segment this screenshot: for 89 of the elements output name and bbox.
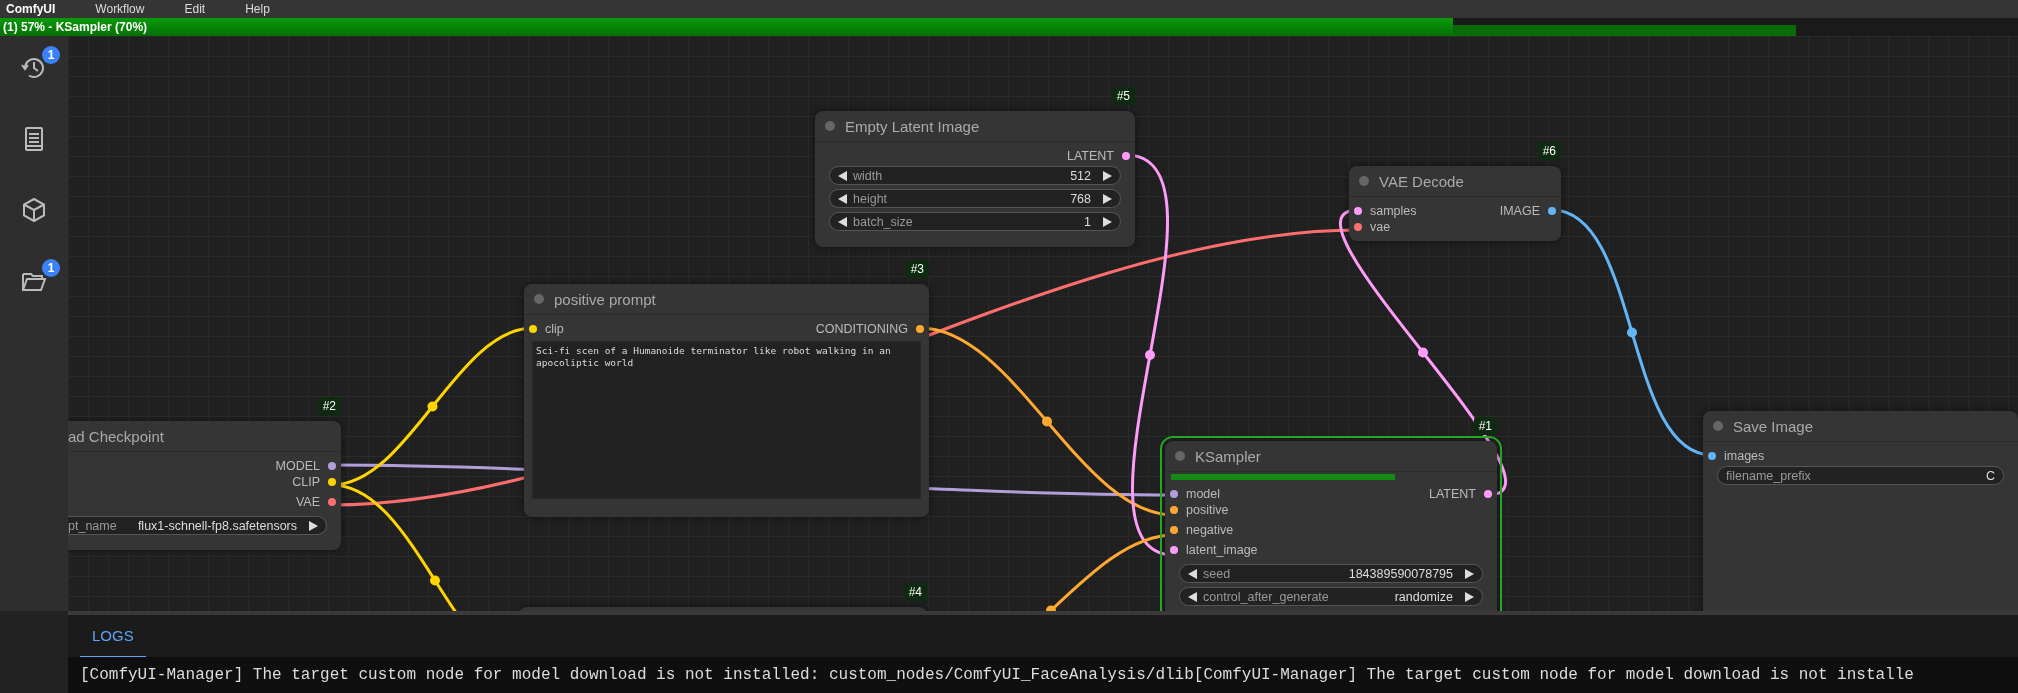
increment-arrow-icon[interactable]: [1103, 216, 1112, 227]
input-slot-label: negative: [1186, 523, 1234, 537]
node-id-badge: #6: [1537, 142, 1561, 160]
input-slot-dot[interactable]: [1170, 506, 1178, 514]
input-slot-label: positive: [1186, 503, 1229, 517]
output-slot-dot[interactable]: [1484, 490, 1492, 498]
menu-item[interactable]: Help: [245, 2, 270, 16]
input-slot-dot[interactable]: [1354, 223, 1362, 231]
output-slot-label: IMAGE: [1499, 204, 1540, 218]
output-slot-label: MODEL: [275, 459, 320, 473]
node-title: Empty Latent Image: [845, 117, 980, 135]
node-id-badge: #4: [903, 583, 927, 601]
widget-field[interactable]: filename_prefix C: [1717, 466, 2004, 485]
input-slot-dot[interactable]: [1708, 452, 1716, 460]
widget-label: pt_name: [68, 518, 117, 533]
widget-value: flux1-schnell-fp8.safetensors: [137, 518, 297, 533]
increment-arrow-icon[interactable]: [1103, 193, 1112, 204]
collapse-dot-icon[interactable]: [1359, 176, 1369, 186]
widget-label: control_after_generate: [1203, 589, 1329, 604]
node-id-badge: #1: [1473, 417, 1497, 435]
output-slot-dot[interactable]: [1548, 207, 1556, 215]
increment-arrow-icon[interactable]: [1103, 170, 1112, 181]
node-title: Save Image: [1733, 417, 1814, 435]
menu-item[interactable]: Edit: [184, 2, 206, 16]
input-slot-dot[interactable]: [1170, 490, 1178, 498]
widget-field[interactable]: batch_size 1: [829, 212, 1121, 231]
cube-icon[interactable]: [20, 196, 48, 224]
widget-value: 184389590078795: [1348, 566, 1453, 581]
decrement-arrow-icon[interactable]: [1188, 591, 1197, 602]
collapse-dot-icon[interactable]: [534, 294, 544, 304]
output-slot-dot[interactable]: [1122, 152, 1130, 160]
widget-field[interactable]: width 512: [829, 166, 1121, 185]
node-title: positive prompt: [554, 290, 656, 308]
input-slot-label: model: [1186, 487, 1221, 501]
output-slot-label: CLIP: [292, 475, 320, 489]
node-title: KSampler: [1195, 447, 1261, 465]
increment-arrow-icon[interactable]: [309, 520, 318, 531]
menu-item[interactable]: Workflow: [95, 2, 145, 16]
output-slot-dot[interactable]: [916, 325, 924, 333]
widget-value: 1: [1084, 214, 1091, 229]
prompt-text-field[interactable]: Sci-fi scen of a Humanoide terminator like robot walking in an apocoliptic world: [532, 341, 921, 499]
node-title: ad Checkpoint: [68, 427, 164, 445]
output-slot-label: CONDITIONING: [815, 322, 908, 336]
widget-label: seed: [1203, 566, 1231, 581]
output-slot-dot[interactable]: [328, 498, 336, 506]
collapse-dot-icon[interactable]: [825, 121, 835, 131]
input-slot-label: latent_image: [1186, 543, 1258, 557]
input-slot-label: samples: [1370, 204, 1417, 218]
widget-label: height: [853, 191, 888, 206]
increment-arrow-icon[interactable]: [1465, 591, 1474, 602]
output-slot-label: VAE: [295, 495, 320, 509]
output-slot-label: LATENT: [1067, 149, 1114, 163]
input-slot-label: vae: [1370, 220, 1391, 234]
input-slot-dot[interactable]: [1170, 546, 1178, 554]
decrement-arrow-icon[interactable]: [838, 170, 847, 181]
input-slot-label: images: [1724, 449, 1765, 463]
widget-label: width: [853, 168, 883, 183]
widget-field[interactable]: pt_name flux1-schnell-fp8.safetensors: [68, 516, 327, 535]
collapse-dot-icon[interactable]: [1175, 451, 1185, 461]
output-slot-dot[interactable]: [328, 462, 336, 470]
decrement-arrow-icon[interactable]: [838, 216, 847, 227]
widget-field[interactable]: height 768: [829, 189, 1121, 208]
input-slot-dot[interactable]: [1354, 207, 1362, 215]
progress-text: (1) 57% - KSampler (70%): [3, 20, 148, 34]
count-badge: 1: [42, 259, 60, 277]
graph-node[interactable]: Save Image images filename_prefix C: [1703, 411, 2018, 611]
widget-label: filename_prefix: [1726, 468, 1811, 483]
collapse-dot-icon[interactable]: [1713, 421, 1723, 431]
widget-value: C: [1985, 468, 1995, 483]
node-id-badge: #5: [1111, 87, 1135, 105]
input-slot-dot[interactable]: [1170, 526, 1178, 534]
input-slot-dot[interactable]: [529, 325, 537, 333]
node-title: VAE Decode: [1379, 172, 1464, 190]
widget-field[interactable]: control_after_generate randomize: [1179, 587, 1483, 606]
input-slot-label: clip: [545, 322, 564, 336]
widget-field[interactable]: seed 184389590078795: [1179, 564, 1483, 583]
increment-arrow-icon[interactable]: [1465, 568, 1474, 579]
decrement-arrow-icon[interactable]: [838, 193, 847, 204]
widget-value: randomize: [1394, 589, 1453, 604]
decrement-arrow-icon[interactable]: [1188, 568, 1197, 579]
widget-value: 512: [1070, 168, 1091, 183]
output-slot-label: LATENT: [1429, 487, 1476, 501]
widget-label: batch_size: [853, 214, 913, 229]
node-id-badge: #3: [905, 260, 929, 278]
count-badge: 1: [42, 46, 60, 64]
output-slot-dot[interactable]: [328, 478, 336, 486]
app-logo: ComfyUI: [6, 2, 56, 16]
widget-value: 768: [1070, 191, 1091, 206]
node-id-badge: #2: [317, 397, 341, 415]
